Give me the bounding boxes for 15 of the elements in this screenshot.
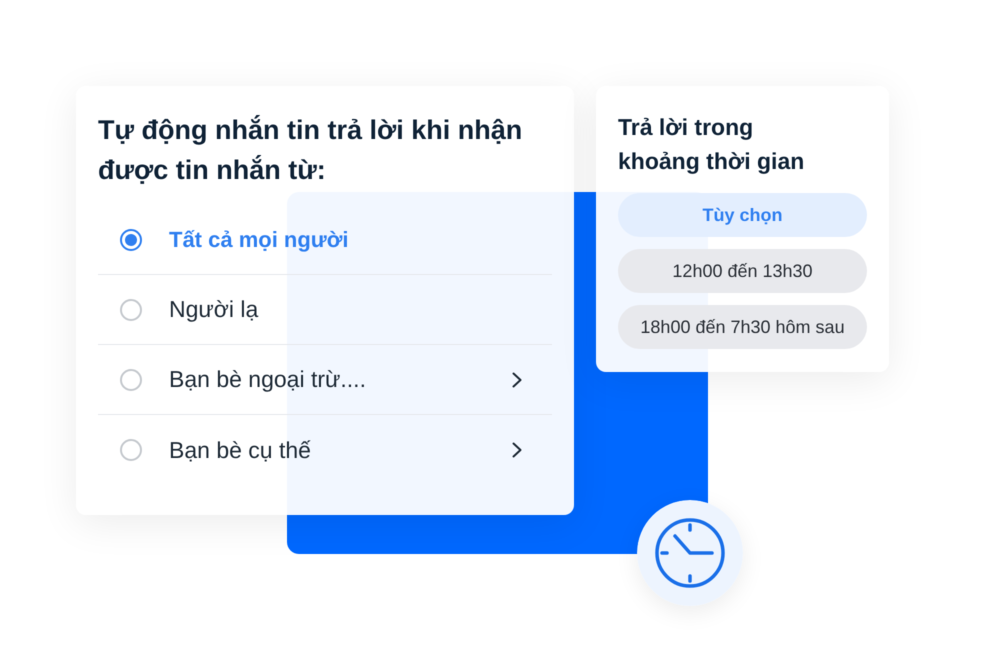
chevron-right-icon[interactable]	[512, 442, 522, 458]
option-label[interactable]: Người lạ	[169, 292, 258, 327]
option-label[interactable]: Bạn bè ngoại trừ....	[169, 362, 366, 397]
card-title: Tự động nhắn tin trả lời khi nhận được tin nhắn từ:	[98, 114, 524, 187]
chevron-right-icon[interactable]	[512, 372, 522, 388]
time-option-button[interactable]: 12h00 đến 13h30	[618, 249, 867, 293]
radio-button[interactable]	[120, 228, 142, 250]
option-label[interactable]: Bạn bè cụ thế	[169, 432, 311, 468]
radio-button[interactable]	[120, 439, 142, 461]
clock-icon	[637, 500, 743, 606]
option-label[interactable]: Tất cả mọi người	[169, 223, 348, 256]
time-option-button[interactable]: 18h00 đến 7h30 hôm sau	[618, 305, 867, 349]
card-title: Trả lời trong khoảng thời gian	[618, 113, 806, 176]
radio-button[interactable]	[120, 368, 142, 390]
radio-button[interactable]	[120, 298, 142, 320]
